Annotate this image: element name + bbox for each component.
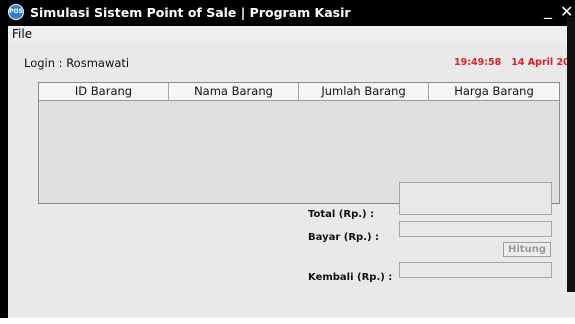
column-header-jumlah-barang[interactable]: Jumlah Barang: [299, 83, 429, 100]
column-header-id-barang[interactable]: ID Barang: [39, 83, 169, 100]
title-bar[interactable]: POS Simulasi Sistem Point of Sale | Prog…: [0, 0, 575, 26]
table-header: ID Barang Nama Barang Jumlah Barang Harg…: [39, 83, 559, 101]
total-field[interactable]: [399, 182, 552, 215]
kembali-field[interactable]: [399, 262, 552, 278]
hitung-button[interactable]: Hitung: [503, 242, 551, 257]
total-label: Total (Rp.) :: [308, 209, 375, 220]
menu-file[interactable]: File: [12, 27, 32, 41]
column-header-nama-barang[interactable]: Nama Barang: [169, 83, 299, 100]
kembali-label: Kembali (Rp.) :: [308, 272, 393, 283]
bayar-label: Bayar (Rp.) :: [308, 232, 380, 243]
clock-date: 14 April 2018: [511, 57, 575, 68]
window-bottom-edge: [0, 318, 575, 324]
login-label: Login : Rosmawati: [24, 56, 130, 70]
clock-time: 19:49:58: [454, 57, 502, 68]
minimize-button[interactable]: _: [544, 0, 552, 20]
column-header-harga-barang[interactable]: Harga Barang: [429, 83, 559, 100]
bayar-field[interactable]: [399, 221, 552, 237]
window-right-edge: [567, 17, 575, 292]
menu-bar: File: [8, 26, 575, 42]
clock-display: 19:49:58 14 April 2018: [454, 57, 575, 68]
window-title: Simulasi Sistem Point of Sale | Program …: [30, 5, 351, 20]
app-window: POS Simulasi Sistem Point of Sale | Prog…: [0, 0, 575, 324]
pos-app-icon: POS: [8, 4, 24, 20]
